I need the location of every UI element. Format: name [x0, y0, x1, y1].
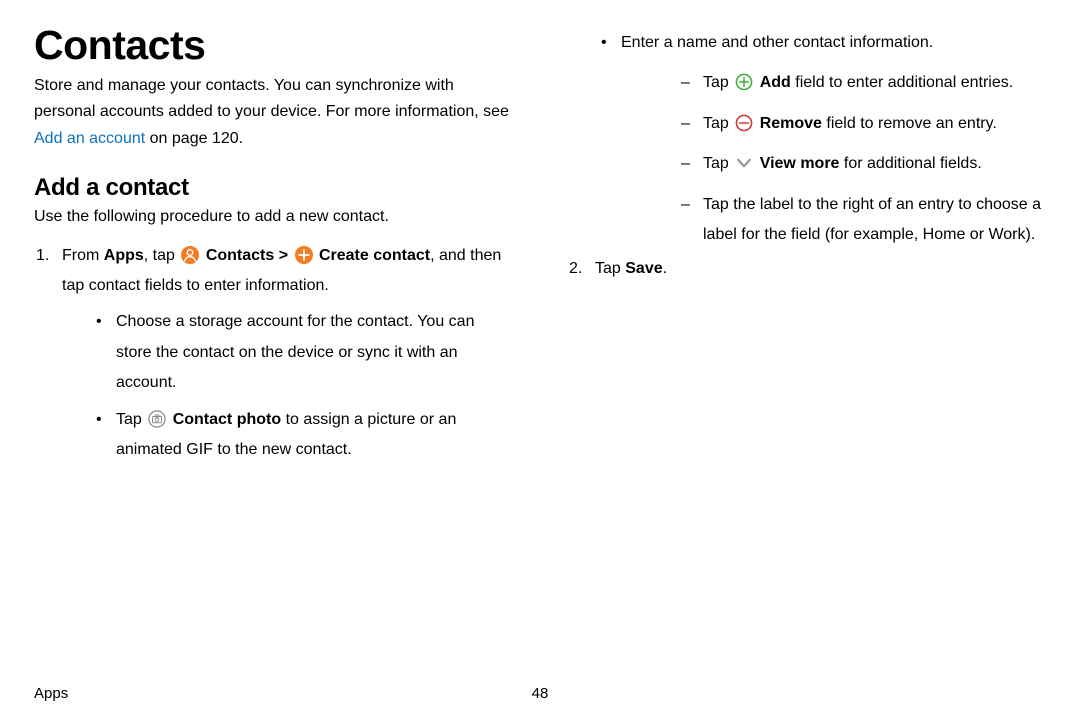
step2-post: . [663, 260, 667, 277]
intro-text-pre: Store and manage your contacts. You can … [34, 77, 509, 120]
photo-pre: Tap [116, 411, 146, 428]
contact-photo-label: Contact photo [173, 411, 281, 428]
steps-list: From Apps, tap Contacts > Create contact… [34, 241, 513, 466]
step2-pre: Tap [595, 260, 625, 277]
sub-add-field: Tap Add field to enter additional entrie… [621, 68, 1046, 98]
sub-remove-field: Tap Remove field to remove an entry. [621, 109, 1046, 139]
enter-name-text: Enter a name and other contact informati… [621, 34, 933, 51]
apps-label: Apps [104, 247, 144, 264]
step-2: Tap Save. [567, 254, 1046, 284]
add-label: Add [760, 74, 791, 91]
two-column-layout: Contacts Store and manage your contacts.… [34, 22, 1046, 679]
step1-bullets: Choose a storage account for the contact… [62, 307, 513, 465]
field-actions: Tap Add field to enter additional entrie… [621, 68, 1046, 250]
add-contact-sub: Use the following procedure to add a new… [34, 204, 513, 230]
intro-paragraph: Store and manage your contacts. You can … [34, 73, 513, 152]
sub-tap-label: Tap the label to the right of an entry t… [621, 190, 1046, 251]
contacts-app-icon [181, 246, 199, 264]
page-title: Contacts [34, 22, 513, 69]
add-account-link[interactable]: Add an account [34, 130, 145, 147]
sub-view-more: Tap View more for additional fields. [621, 149, 1046, 179]
photo-post: to assign a picture or an animated GIF t… [116, 411, 456, 458]
remove-field-icon [735, 114, 753, 132]
step1-mid1: , tap [144, 247, 180, 264]
left-column: Contacts Store and manage your contacts.… [34, 22, 513, 679]
add-pre: Tap [703, 74, 733, 91]
create-contact-label: Create contact [319, 247, 430, 264]
view-more-label: View more [760, 155, 840, 172]
intro-text-post: on page 120. [145, 130, 243, 147]
step1-bullets-continued: Enter a name and other contact informati… [567, 28, 1046, 250]
save-label: Save [625, 260, 662, 277]
page-footer: Apps 48 [34, 679, 1046, 720]
steps-continued: Tap Save. [567, 254, 1046, 284]
step1-pre: From [62, 247, 104, 264]
rem-pre: Tap [703, 115, 733, 132]
step-1: From Apps, tap Contacts > Create contact… [34, 241, 513, 466]
add-field-icon [735, 73, 753, 91]
page-number: 48 [532, 685, 549, 702]
add-post: field to enter additional entries. [791, 74, 1013, 91]
right-column: Enter a name and other contact informati… [567, 22, 1046, 679]
contacts-label: Contacts [206, 247, 274, 264]
bullet-contact-photo: Tap Contact photo to assign a picture or… [62, 405, 513, 466]
camera-icon [148, 410, 166, 428]
chevron-down-icon [735, 154, 753, 172]
footer-section: Apps [34, 685, 68, 702]
create-contact-icon [295, 246, 313, 264]
bullet-enter-name: Enter a name and other contact informati… [567, 28, 1046, 250]
bullet-storage-account: Choose a storage account for the contact… [62, 307, 513, 398]
remove-label: Remove [760, 115, 822, 132]
rem-post: field to remove an entry. [822, 115, 997, 132]
add-contact-heading: Add a contact [34, 174, 513, 202]
manual-page: Contacts Store and manage your contacts.… [0, 0, 1080, 720]
vm-post: for additional fields. [839, 155, 981, 172]
vm-pre: Tap [703, 155, 733, 172]
breadcrumb-chevron: > [274, 247, 292, 264]
